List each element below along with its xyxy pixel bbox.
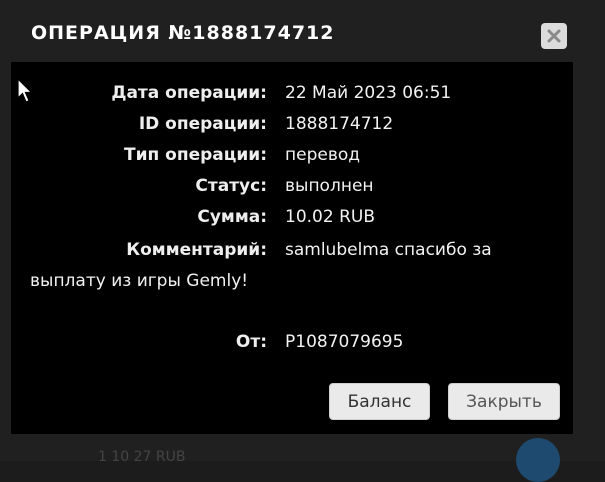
from-label: От: <box>235 332 267 352</box>
amount-value: 10.02 RUB <box>285 207 375 227</box>
background-avatar <box>516 438 560 482</box>
date-value: 22 Май 2023 06:51 <box>285 83 452 103</box>
from-value: P1087079695 <box>285 332 404 352</box>
close-button[interactable] <box>541 23 567 49</box>
close-icon <box>547 29 561 43</box>
balance-button[interactable]: Баланс <box>329 383 430 420</box>
amount-label: Сумма: <box>197 207 267 227</box>
id-label: ID операции: <box>138 114 267 134</box>
status-label: Статус: <box>195 176 267 196</box>
status-row: Статус: выполнен <box>11 174 573 198</box>
modal-title: ОПЕРАЦИЯ №1888174712 <box>31 22 335 44</box>
comment-label: Комментарий: <box>126 240 267 260</box>
from-row: От: P1087079695 <box>11 330 573 354</box>
type-row: Тип операции: перевод <box>11 143 573 167</box>
date-label: Дата операции: <box>111 83 267 103</box>
amount-row: Сумма: 10.02 RUB <box>11 205 573 229</box>
id-row: ID операции: 1888174712 <box>11 112 573 136</box>
id-value: 1888174712 <box>285 114 394 134</box>
type-label: Тип операции: <box>124 145 267 165</box>
comment-row: Комментарий: samlubelma спасибо за выплат… <box>30 235 565 297</box>
date-row: Дата операции: 22 Май 2023 06:51 <box>11 81 573 105</box>
modal-body: Дата операции: 22 Май 2023 06:51 ID опер… <box>11 62 573 434</box>
background-amount-text: 1 10 27 RUB <box>98 449 186 465</box>
close-dialog-button[interactable]: Закрыть <box>448 383 560 420</box>
modal-header: ОПЕРАЦИЯ №1888174712 <box>0 0 605 62</box>
type-value: перевод <box>285 145 360 165</box>
mouse-cursor-icon <box>17 78 33 103</box>
operation-modal: ОПЕРАЦИЯ №1888174712 Дата операции: 22 М… <box>0 0 605 482</box>
status-value: выполнен <box>285 176 374 196</box>
